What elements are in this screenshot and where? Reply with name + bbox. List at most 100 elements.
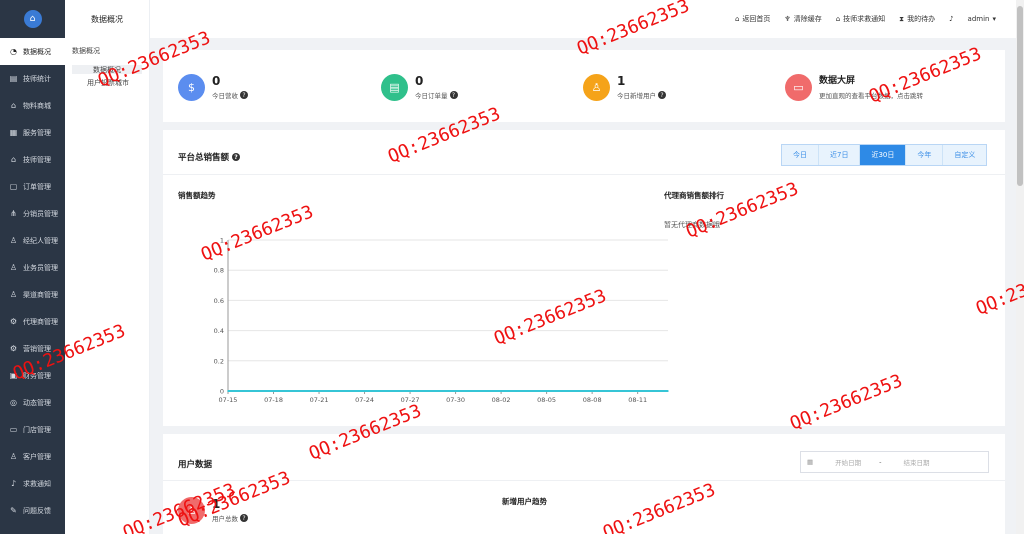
user-data-title: 用户数据 bbox=[178, 460, 213, 470]
x-tick-label: 07-21 bbox=[310, 396, 329, 404]
sidebar-item-11[interactable]: ⚙ 营销管理 bbox=[0, 335, 65, 362]
range-tab-2[interactable]: 近30日 bbox=[860, 145, 907, 165]
service-icon: ▦ bbox=[9, 127, 18, 137]
sidebar-item-14[interactable]: ▭ 门店管理 bbox=[0, 416, 65, 443]
sidebar-item-12[interactable]: ▣ 财务管理 bbox=[0, 362, 65, 389]
sales-trend-chart: 0 0.2 0.4 0.6 0.8 1 07-15 07-18 07-21 07-24 07-27 0… bbox=[214, 237, 669, 404]
sidebar-item-4[interactable]: ⌂ 技师管理 bbox=[0, 146, 65, 173]
sidebar-item-label: 业务员管理 bbox=[23, 263, 58, 272]
top-header: ⌂ 返回首页 ♆ 清除缓存 ⌂ 技师求救通知 ⧗ 我的待办 ♪ admin ▾ bbox=[150, 0, 1016, 38]
data-point bbox=[227, 390, 229, 392]
x-tick-label: 08-11 bbox=[628, 396, 647, 404]
bell-button[interactable]: ♪ bbox=[949, 15, 953, 23]
y-tick-label: 0.6 bbox=[214, 297, 224, 305]
logo-area: ⌂ bbox=[0, 0, 65, 38]
end-date-input[interactable]: 结束日期 bbox=[904, 457, 930, 467]
sidebar-item-1[interactable]: ▤ 技师统计 bbox=[0, 65, 65, 92]
store-icon: ▭ bbox=[9, 424, 18, 434]
user-menu[interactable]: admin ▾ bbox=[968, 15, 996, 23]
group-icon: ♙ bbox=[9, 262, 18, 272]
x-tick-label: 08-02 bbox=[492, 396, 511, 404]
sidebar-item-9[interactable]: ♙ 渠道商管理 bbox=[0, 281, 65, 308]
help-icon[interactable]: ? bbox=[240, 514, 248, 522]
user-date-range-picker[interactable]: ▦ 开始日期 - 结束日期 bbox=[800, 451, 989, 473]
pie-icon: ◔ bbox=[10, 46, 17, 56]
order-icon: ▢ bbox=[9, 181, 18, 191]
data-point bbox=[287, 390, 290, 392]
todo-button[interactable]: ⧗ 我的待办 bbox=[899, 14, 935, 24]
sub-item-overview[interactable]: 数据概况 bbox=[93, 65, 121, 75]
data-point bbox=[515, 390, 518, 392]
sidebar-item-10[interactable]: ⚙ 代理商管理 bbox=[0, 308, 65, 335]
sidebar-item-label: 营销管理 bbox=[23, 344, 51, 353]
scrollbar-thumb[interactable] bbox=[1017, 6, 1023, 186]
sidebar-item-2[interactable]: ⌂ 物料商城 bbox=[0, 92, 65, 119]
sub-sidebar-group[interactable]: 数据概况 bbox=[72, 46, 100, 56]
stat-value: 0 bbox=[415, 74, 424, 88]
user-total-stat: ♙ 1 用户总数? bbox=[178, 497, 248, 524]
data-point bbox=[606, 390, 609, 392]
data-point bbox=[394, 390, 396, 392]
sidebar-item-label: 动态管理 bbox=[23, 398, 51, 407]
data-point bbox=[363, 390, 366, 392]
data-point bbox=[500, 390, 502, 392]
logo-icon[interactable]: ⌂ bbox=[23, 10, 42, 28]
sidebar-item-17[interactable]: ✎ 问题反馈 bbox=[0, 497, 65, 524]
x-tick-label: 08-08 bbox=[583, 396, 602, 404]
clear-cache-button[interactable]: ♆ 清除缓存 bbox=[784, 14, 821, 24]
stat-value: 1 bbox=[617, 74, 626, 88]
help-icon[interactable]: ? bbox=[449, 91, 458, 99]
calendar-icon: ▦ bbox=[807, 458, 814, 466]
data-point bbox=[591, 390, 593, 392]
home-button[interactable]: ⌂ 返回首页 bbox=[735, 14, 770, 24]
stat-value: 数据大屏 bbox=[819, 76, 856, 86]
data-point bbox=[485, 390, 487, 392]
range-tab-4[interactable]: 自定义 bbox=[943, 145, 986, 165]
sidebar-item-5[interactable]: ▢ 订单管理 bbox=[0, 173, 65, 200]
agent-ranking-title: 代理商销售额排行 bbox=[664, 191, 724, 200]
x-tick-label: 07-18 bbox=[264, 396, 283, 404]
sidebar-item-label: 服务管理 bbox=[23, 128, 51, 137]
x-tick-label: 08-05 bbox=[537, 396, 556, 404]
y-tick-label: 0.2 bbox=[214, 357, 224, 365]
sidebar-item-0[interactable]: ◔ 数据概况 bbox=[0, 38, 65, 65]
start-date-input[interactable]: 开始日期 bbox=[835, 457, 861, 467]
user-section-divider bbox=[163, 480, 1005, 481]
user-trend-title: 新增用户趋势 bbox=[502, 497, 547, 506]
data-point bbox=[621, 390, 624, 392]
stat-label: 今日新增用户 bbox=[617, 92, 656, 100]
data-point bbox=[333, 390, 336, 392]
chart-icon: ▤ bbox=[9, 73, 18, 83]
help-icon[interactable]: ? bbox=[240, 91, 248, 99]
sidebar-item-label: 求救通知 bbox=[23, 479, 51, 488]
sidebar-item-label: 技师管理 bbox=[23, 155, 51, 164]
sidebar-item-3[interactable]: ▦ 服务管理 bbox=[0, 119, 65, 146]
data-point bbox=[272, 390, 275, 392]
help-icon[interactable]: ? bbox=[232, 153, 241, 161]
sales-title: 平台总销售额? bbox=[178, 151, 241, 163]
sidebar-item-label: 问题反馈 bbox=[23, 506, 51, 515]
data-point bbox=[576, 390, 578, 392]
sidebar-item-6[interactable]: ⋔ 分销员管理 bbox=[0, 200, 65, 227]
sos-notify-button[interactable]: ⌂ 技师求救通知 bbox=[836, 14, 885, 24]
user-icon: ♙ bbox=[583, 74, 610, 101]
sidebar-item-8[interactable]: ♙ 业务员管理 bbox=[0, 254, 65, 281]
data-point bbox=[424, 390, 427, 392]
page-scrollbar[interactable] bbox=[1016, 0, 1024, 534]
sidebar-item-15[interactable]: ♙ 客户管理 bbox=[0, 443, 65, 470]
range-tab-3[interactable]: 今年 bbox=[906, 145, 944, 165]
stat-3[interactable]: ▭ 数据大屏 更加直观的查看平台数据，点击跳转 bbox=[785, 74, 923, 101]
range-tab-1[interactable]: 近7日 bbox=[819, 145, 861, 165]
sidebar-item-16[interactable]: ♪ 求救通知 bbox=[0, 470, 65, 497]
sub-item-vote-city[interactable]: 用户投票城市 bbox=[87, 78, 129, 88]
sidebar-item-13[interactable]: ◎ 动态管理 bbox=[0, 389, 65, 416]
help-icon[interactable]: ? bbox=[658, 91, 666, 99]
range-tab-0[interactable]: 今日 bbox=[782, 145, 819, 165]
caret-down-icon: ▾ bbox=[992, 15, 996, 23]
x-tick-label: 07-27 bbox=[401, 396, 420, 404]
data-point bbox=[242, 390, 244, 392]
sidebar-item-label: 客户管理 bbox=[23, 452, 51, 461]
data-point bbox=[667, 390, 669, 392]
stat-label: 更加直观的查看平台数据，点击跳转 bbox=[819, 92, 923, 100]
sidebar-item-7[interactable]: ♙ 经纪人管理 bbox=[0, 227, 65, 254]
